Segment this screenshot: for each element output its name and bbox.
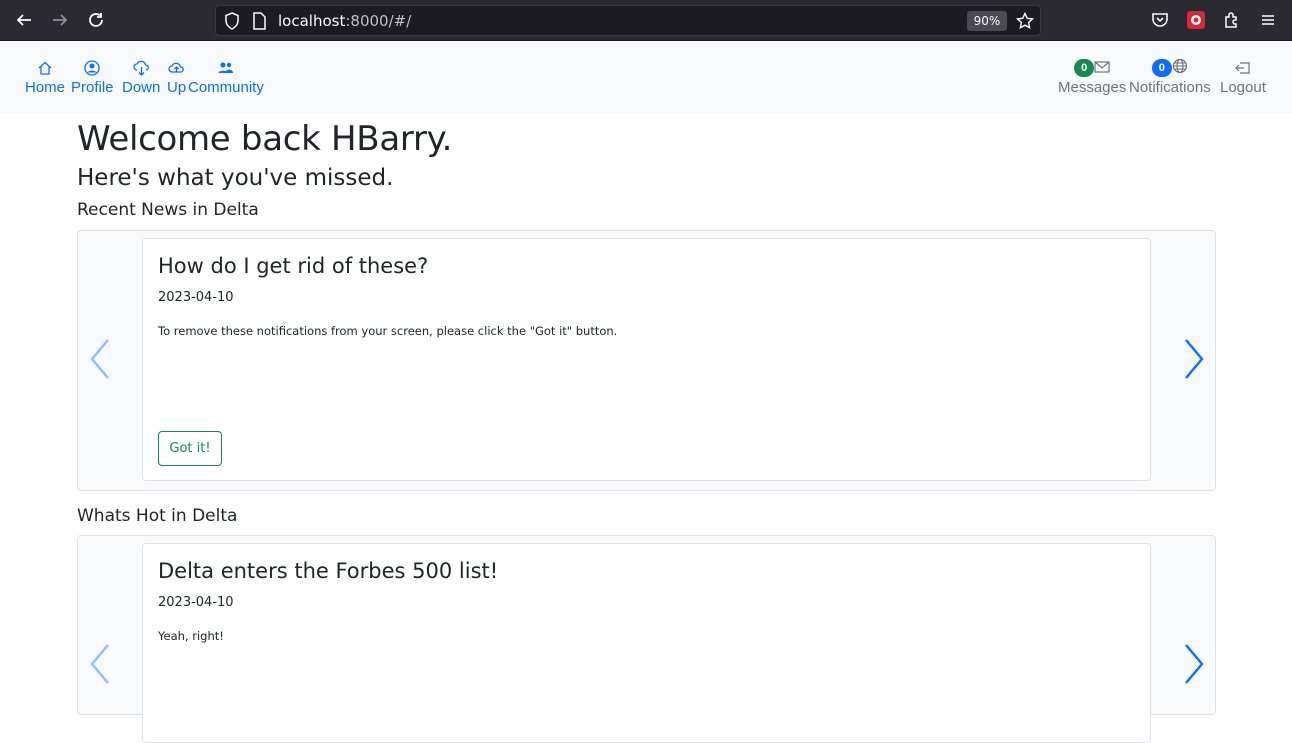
nav-up[interactable]: Up <box>167 59 186 96</box>
nav-logout-label: Logout <box>1220 79 1266 96</box>
nav-notifications[interactable]: 0 Notifications <box>1129 58 1211 96</box>
news-card-date: 2023-04-10 <box>158 290 234 305</box>
chevron-right-icon <box>1185 339 1204 379</box>
person-circle-icon <box>84 59 100 77</box>
nav-home[interactable]: Home <box>25 59 65 96</box>
nav-notifications-label: Notifications <box>1129 79 1211 96</box>
hamburger-icon <box>1262 15 1274 25</box>
zoom-level-badge[interactable]: 90% <box>967 11 1007 31</box>
nav-community[interactable]: Community <box>188 59 264 96</box>
cloud-download-icon <box>133 59 150 77</box>
box-arrow-left-icon <box>1234 59 1251 77</box>
news-carousel: How do I get rid of these? 2023-04-10 To… <box>77 230 1216 491</box>
reload-button[interactable] <box>84 8 108 32</box>
hot-card-text: Yeah, right! <box>158 629 224 643</box>
messages-count-badge: 0 <box>1074 59 1095 77</box>
browser-toolbar: localhost:8000/#/ 90% <box>0 0 1292 41</box>
hot-card-date: 2023-04-10 <box>158 595 234 610</box>
chevron-left-icon <box>90 339 109 379</box>
bookmark-star-icon[interactable] <box>1015 11 1035 34</box>
chevron-right-icon <box>1185 644 1204 684</box>
hot-next-button[interactable] <box>1178 642 1210 686</box>
menu-button[interactable] <box>1256 8 1280 32</box>
arrow-right-icon <box>53 14 68 26</box>
welcome-heading: Welcome back HBarry. <box>77 119 453 159</box>
url-text[interactable]: localhost:8000/#/ <box>278 12 411 30</box>
news-card: How do I get rid of these? 2023-04-10 To… <box>142 238 1151 481</box>
notifications-count-badge: 0 <box>1151 59 1172 77</box>
nav-profile[interactable]: Profile <box>71 59 114 96</box>
hot-carousel: Delta enters the Forbes 500 list! 2023-0… <box>77 535 1216 743</box>
nav-down-label: Down <box>122 79 161 96</box>
got-it-button[interactable]: Got it! <box>158 431 222 466</box>
nav-messages-label: Messages <box>1058 79 1127 96</box>
extension-badge-icon <box>1187 11 1205 29</box>
house-icon <box>37 59 53 77</box>
hot-card-title: Delta enters the Forbes 500 list! <box>158 559 499 583</box>
missed-subtitle: Here's what you've missed. <box>77 165 394 191</box>
reload-icon <box>89 13 103 27</box>
news-prev-button[interactable] <box>84 337 116 381</box>
extension-button[interactable] <box>1184 8 1208 32</box>
nav-messages[interactable]: 0 Messages <box>1058 59 1126 96</box>
whats-hot-heading: Whats Hot in Delta <box>77 506 238 526</box>
news-next-button[interactable] <box>1178 337 1210 381</box>
nav-logout[interactable]: Logout <box>1220 59 1266 96</box>
people-icon <box>217 59 234 77</box>
puzzle-icon <box>1225 12 1237 28</box>
hot-prev-button[interactable] <box>84 642 116 686</box>
nav-down[interactable]: Down <box>122 59 160 96</box>
recent-news-heading: Recent News in Delta <box>77 200 259 220</box>
app-navbar: Home Profile Down Up Community 0 Message… <box>0 41 1292 113</box>
address-bar[interactable]: localhost:8000/#/ 90% <box>215 5 1041 36</box>
globe-icon <box>1172 58 1188 78</box>
nav-profile-label: Profile <box>71 79 114 96</box>
shield-icon <box>224 12 240 34</box>
cloud-upload-icon <box>168 59 185 77</box>
envelope-icon <box>1094 59 1110 78</box>
main-content: Welcome back HBarry. Here's what you've … <box>77 113 1216 191</box>
forward-button[interactable] <box>48 8 72 32</box>
page-icon <box>252 12 266 34</box>
extensions-button[interactable] <box>1220 8 1244 32</box>
back-button[interactable] <box>12 8 36 32</box>
arrow-left-icon <box>16 14 31 26</box>
news-card-text: To remove these notifications from your … <box>158 324 618 338</box>
news-card-title: How do I get rid of these? <box>158 254 429 278</box>
chevron-left-icon <box>90 644 109 684</box>
nav-home-label: Home <box>25 79 66 96</box>
hot-card: Delta enters the Forbes 500 list! 2023-0… <box>142 543 1151 743</box>
nav-up-label: Up <box>167 79 187 96</box>
pocket-button[interactable] <box>1148 8 1172 32</box>
nav-community-label: Community <box>188 79 264 96</box>
pocket-icon <box>1152 13 1168 27</box>
